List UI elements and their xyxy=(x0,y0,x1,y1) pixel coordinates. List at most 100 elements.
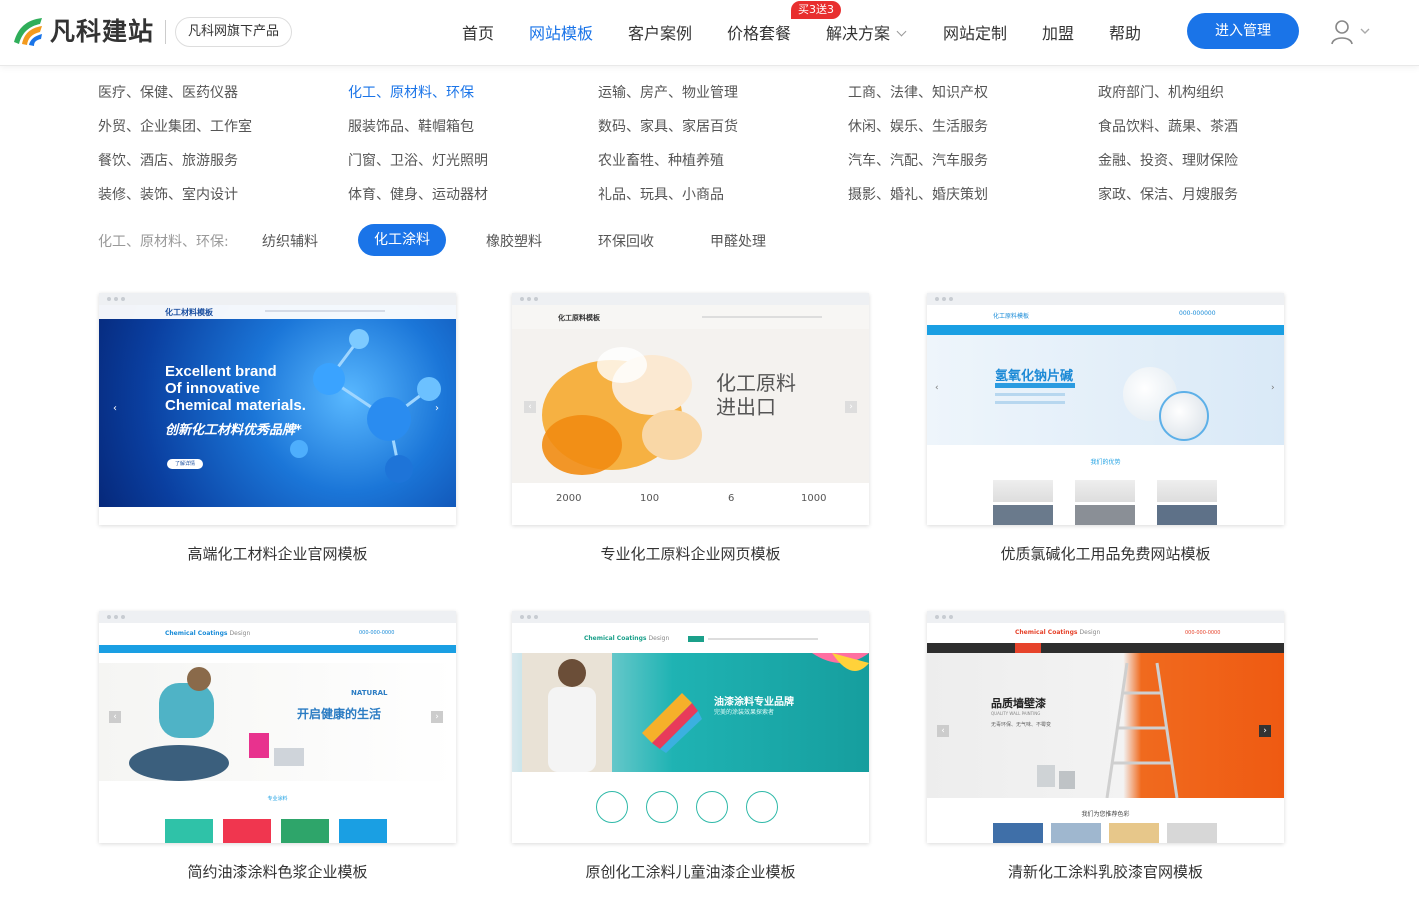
template-card[interactable]: 化工原料模板 化工原料 进出口 ‹ › 2000 100 6 1000 xyxy=(512,293,869,525)
nav-solutions[interactable]: 解决方案 xyxy=(826,20,907,44)
promo-badge: 买3送3 xyxy=(791,1,841,19)
preview-eng: QUALITY WALL PAINTING xyxy=(991,711,1041,716)
preview-site-name: Chemical Coatings xyxy=(165,630,228,637)
category-link[interactable]: 外贸、企业集团、工作室 xyxy=(98,116,252,136)
nav-solutions-label: 解决方案 xyxy=(826,24,891,43)
template-title[interactable]: 原创化工涂料儿童油漆企业模板 xyxy=(512,861,869,882)
template-card[interactable]: Chemical Coatings Design 000-000-0000 品质… xyxy=(927,611,1284,843)
preview-headline: 开启健康的生活 xyxy=(297,707,382,721)
template-title[interactable]: 简约油漆涂料色浆企业模板 xyxy=(99,861,456,882)
category-link[interactable]: 服装饰品、鞋帽箱包 xyxy=(348,116,474,136)
category-link[interactable]: 餐饮、酒店、旅游服务 xyxy=(98,150,238,170)
template-title[interactable]: 高端化工材料企业官网模板 xyxy=(99,543,456,564)
category-link[interactable]: 家政、保洁、月嫂服务 xyxy=(1098,184,1238,204)
subcategory-rubber-plastic[interactable]: 橡胶塑料 xyxy=(486,231,542,251)
preview-headline-line3: Chemical materials. xyxy=(165,397,306,414)
preview-site-suffix: Design xyxy=(1079,629,1101,636)
template-preview: Chemical Coatings Design 000-000-0000 NA… xyxy=(99,623,456,843)
browser-bar xyxy=(927,611,1284,623)
preview-site-name: 化工原料模板 xyxy=(993,313,1030,320)
category-link[interactable]: 食品饮料、蔬果、茶酒 xyxy=(1098,116,1238,136)
chevron-left-icon: ‹ xyxy=(524,401,536,413)
nav-cases[interactable]: 客户案例 xyxy=(628,20,692,44)
template-card[interactable]: Chemical Coatings Design 油漆涂料专业品牌 完美的涂装效… xyxy=(512,611,869,843)
stats-bar: 2000 100 6 1000 xyxy=(512,483,869,525)
category-link[interactable]: 门窗、卫浴、灯光照明 xyxy=(348,150,488,170)
painter-graphic xyxy=(522,653,869,772)
woman-painting-graphic xyxy=(129,667,304,781)
subcategory-textile[interactable]: 纺织辅料 xyxy=(262,231,318,251)
chevron-left-icon: ‹ xyxy=(935,383,939,393)
category-link[interactable]: 医疗、保健、医药仪器 xyxy=(98,82,238,102)
category-link[interactable]: 农业畜牲、种植养殖 xyxy=(598,150,724,170)
logo[interactable]: 凡科建站 xyxy=(10,12,154,48)
template-title[interactable]: 优质氯碱化工用品免费网站模板 xyxy=(927,543,1284,564)
subcategory-chemical-coating[interactable]: 化工涂料 xyxy=(358,224,446,256)
preview-headline-line1: 化工原料 xyxy=(716,371,796,395)
category-link[interactable]: 化工、原材料、环保 xyxy=(348,82,474,102)
category-link[interactable]: 运输、房产、物业管理 xyxy=(598,82,738,102)
template-title[interactable]: 专业化工原料企业网页模板 xyxy=(512,543,869,564)
user-icon xyxy=(1331,20,1370,45)
paint-splash-graphic xyxy=(542,347,702,475)
preview-site-name: Chemical Coatings xyxy=(584,635,647,642)
browser-bar xyxy=(512,293,869,305)
enter-manage-button[interactable]: 进入管理 xyxy=(1187,13,1299,49)
preview-headline: 品质墙壁漆 xyxy=(991,697,1046,710)
preview-section-title: 专业涂料 xyxy=(267,796,288,802)
category-link[interactable]: 装修、装饰、室内设计 xyxy=(98,184,238,204)
preview-headline: 氢氧化钠片碱 xyxy=(995,369,1074,384)
brush-icon xyxy=(696,791,728,823)
template-preview: Chemical Coatings Design 油漆涂料专业品牌 完美的涂装效… xyxy=(512,623,869,843)
preview-subline: 完美的涂装效果探索者 xyxy=(714,709,775,716)
category-link[interactable]: 数码、家具、家居百货 xyxy=(598,116,738,136)
category-link[interactable]: 休闲、娱乐、生活服务 xyxy=(848,116,988,136)
stat-value: 6 xyxy=(728,493,735,504)
category-link[interactable]: 体育、健身、运动器材 xyxy=(348,184,488,204)
nav-templates[interactable]: 网站模板 xyxy=(529,20,593,44)
nav-pricing[interactable]: 价格套餐 xyxy=(727,20,791,44)
chevron-right-icon: › xyxy=(1271,383,1275,393)
palette-icon xyxy=(746,791,778,823)
template-preview: 化工原料模板 000-000000 氢氧化钠片碱 ‹ › 我们的优势 xyxy=(927,305,1284,525)
preview-site-name: 化工材料模板 xyxy=(165,308,213,317)
preview-phone: 000-000-0000 xyxy=(359,630,395,636)
browser-bar xyxy=(99,293,456,305)
category-link[interactable]: 金融、投资、理财保险 xyxy=(1098,150,1238,170)
preview-headline-line2: Of innovative xyxy=(165,380,261,397)
template-card[interactable]: 化工材料模板 Excellent brand Of innovative Che… xyxy=(99,293,456,525)
user-menu[interactable] xyxy=(1330,18,1374,48)
logo-mark-icon xyxy=(10,12,46,48)
subcategory-label: 化工、原材料、环保: xyxy=(98,234,229,250)
chevron-right-icon: › xyxy=(431,711,443,723)
template-title[interactable]: 清新化工涂料乳胶漆官网模板 xyxy=(927,861,1284,882)
template-preview: 化工材料模板 Excellent brand Of innovative Che… xyxy=(99,305,456,507)
chevron-left-icon: ‹ xyxy=(113,403,117,414)
subcategory-formaldehyde[interactable]: 甲醛处理 xyxy=(710,231,766,251)
category-link[interactable]: 工商、法律、知识产权 xyxy=(848,82,988,102)
template-card[interactable]: 化工原料模板 000-000000 氢氧化钠片碱 ‹ › 我们的优势 xyxy=(927,293,1284,525)
category-link[interactable]: 摄影、婚礼、婚庆策划 xyxy=(848,184,988,204)
nav-custom[interactable]: 网站定制 xyxy=(943,20,1007,44)
chevron-left-icon: ‹ xyxy=(109,711,121,723)
preview-phone: 000-000-0000 xyxy=(1185,630,1221,636)
trophy-icon xyxy=(596,791,628,823)
preview-site-suffix: Design xyxy=(648,635,670,642)
preview-headline-line1: Excellent brand xyxy=(165,363,277,380)
category-link[interactable]: 汽车、汽配、汽车服务 xyxy=(848,150,988,170)
nav-franchise[interactable]: 加盟 xyxy=(1042,20,1074,44)
browser-bar xyxy=(512,611,869,623)
subcategory-recycling[interactable]: 环保回收 xyxy=(598,231,654,251)
chevron-right-icon: › xyxy=(845,401,857,413)
preview-headline: 油漆涂料专业品牌 xyxy=(714,697,794,708)
preview-phone: 000-000000 xyxy=(1179,310,1216,317)
category-link[interactable]: 礼品、玩具、小商品 xyxy=(598,184,724,204)
preview-site-name: Chemical Coatings xyxy=(1015,629,1078,636)
sub-brand-badge[interactable]: 凡科网旗下产品 xyxy=(175,17,293,47)
browser-bar xyxy=(927,293,1284,305)
preview-button: 了解详情 xyxy=(167,459,203,469)
nav-help[interactable]: 帮助 xyxy=(1109,20,1141,44)
category-link[interactable]: 政府部门、机构组织 xyxy=(1098,82,1224,102)
nav-home[interactable]: 首页 xyxy=(462,20,494,44)
template-card[interactable]: Chemical Coatings Design 000-000-0000 NA… xyxy=(99,611,456,843)
